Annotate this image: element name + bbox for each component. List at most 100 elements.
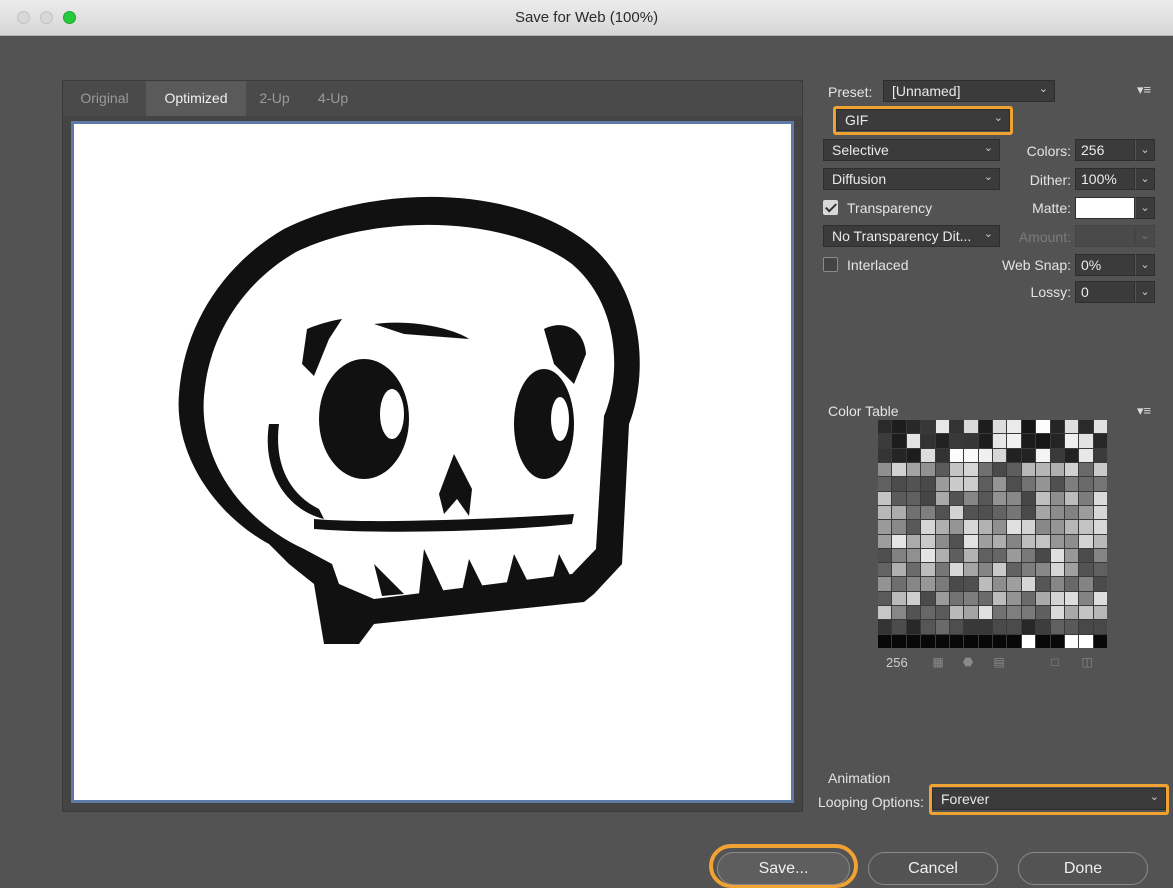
color-swatch[interactable] (964, 563, 978, 577)
color-swatch[interactable] (892, 563, 906, 577)
color-swatch[interactable] (1093, 634, 1107, 648)
color-swatch[interactable] (935, 420, 949, 434)
color-swatch[interactable] (1021, 591, 1036, 606)
color-swatch[interactable] (1093, 606, 1107, 620)
color-swatch[interactable] (878, 434, 892, 448)
color-swatch[interactable] (949, 634, 964, 648)
color-swatch[interactable] (1093, 548, 1107, 563)
color-swatch[interactable] (935, 577, 949, 591)
color-swatch[interactable] (935, 548, 949, 563)
color-swatch[interactable] (906, 491, 921, 505)
color-swatch[interactable] (978, 448, 992, 462)
color-swatch[interactable] (1093, 591, 1107, 606)
color-swatch[interactable] (906, 591, 921, 606)
color-swatch[interactable] (949, 505, 964, 520)
color-swatch[interactable] (949, 491, 964, 505)
color-swatch[interactable] (1036, 591, 1050, 606)
color-swatch[interactable] (1007, 577, 1021, 591)
color-swatch[interactable] (1079, 505, 1093, 520)
color-swatch[interactable] (1007, 563, 1021, 577)
color-swatch[interactable] (892, 591, 906, 606)
color-swatch[interactable] (935, 477, 949, 491)
color-swatch[interactable] (906, 520, 921, 534)
web-snap-field[interactable]: 0% (1075, 254, 1135, 276)
color-swatch[interactable] (1007, 520, 1021, 534)
colors-field[interactable]: 256 (1075, 139, 1135, 161)
color-swatch[interactable] (1064, 491, 1079, 505)
color-swatch[interactable] (935, 591, 949, 606)
color-swatch[interactable] (993, 491, 1007, 505)
color-swatch[interactable] (1021, 520, 1036, 534)
color-swatch[interactable] (906, 548, 921, 563)
color-swatch[interactable] (1036, 434, 1050, 448)
color-swatch[interactable] (949, 520, 964, 534)
color-swatch[interactable] (921, 448, 935, 462)
color-swatch[interactable] (993, 563, 1007, 577)
color-swatch[interactable] (964, 634, 978, 648)
color-swatch[interactable] (906, 606, 921, 620)
color-swatch[interactable] (921, 477, 935, 491)
color-swatch[interactable] (964, 420, 978, 434)
color-swatch[interactable] (949, 548, 964, 563)
color-swatch[interactable] (993, 591, 1007, 606)
tab-original[interactable]: Original (63, 81, 146, 116)
color-swatch[interactable] (892, 520, 906, 534)
color-swatch[interactable] (906, 620, 921, 634)
map-to-transparent-icon[interactable]: ▦ (931, 655, 945, 669)
color-swatch[interactable] (1093, 505, 1107, 520)
color-swatch[interactable] (1079, 491, 1093, 505)
color-swatch[interactable] (1079, 620, 1093, 634)
color-swatch[interactable] (935, 620, 949, 634)
color-swatch[interactable] (1050, 462, 1064, 477)
color-swatch[interactable] (878, 606, 892, 620)
tab-optimized[interactable]: Optimized (146, 81, 246, 116)
dither-dropdown-arrow[interactable]: ⌄ (1135, 168, 1155, 190)
color-swatch[interactable] (1021, 577, 1036, 591)
color-swatch[interactable] (964, 606, 978, 620)
color-swatch[interactable] (978, 491, 992, 505)
file-format-dropdown[interactable]: GIF ⌄ (836, 109, 1010, 131)
color-swatch[interactable] (906, 420, 921, 434)
color-swatch[interactable] (978, 577, 992, 591)
preset-dropdown[interactable]: [Unnamed] ⌄ (883, 80, 1055, 102)
color-swatch[interactable] (964, 491, 978, 505)
color-swatch[interactable] (964, 548, 978, 563)
color-swatch[interactable] (993, 534, 1007, 548)
color-swatch[interactable] (1007, 462, 1021, 477)
color-swatch[interactable] (921, 505, 935, 520)
color-swatch[interactable] (949, 462, 964, 477)
color-swatch[interactable] (1064, 434, 1079, 448)
color-swatch[interactable] (1036, 577, 1050, 591)
color-swatch[interactable] (892, 420, 906, 434)
color-swatch[interactable] (1036, 606, 1050, 620)
color-swatch[interactable] (978, 477, 992, 491)
color-swatch[interactable] (964, 462, 978, 477)
color-swatch[interactable] (1064, 448, 1079, 462)
color-swatch[interactable] (1064, 620, 1079, 634)
color-swatch[interactable] (993, 477, 1007, 491)
color-swatch[interactable] (978, 420, 992, 434)
color-swatch[interactable] (1064, 577, 1079, 591)
color-swatch[interactable] (906, 563, 921, 577)
color-swatch[interactable] (993, 434, 1007, 448)
new-color-icon[interactable]: □ (1048, 655, 1062, 669)
color-swatch[interactable] (1007, 606, 1021, 620)
color-reduction-dropdown[interactable]: Selective ⌄ (823, 139, 1000, 161)
color-swatch[interactable] (993, 420, 1007, 434)
color-swatch[interactable] (1021, 505, 1036, 520)
color-swatch[interactable] (1079, 634, 1093, 648)
color-swatch[interactable] (993, 520, 1007, 534)
color-swatch[interactable] (1036, 520, 1050, 534)
lossy-dropdown-arrow[interactable]: ⌄ (1135, 281, 1155, 303)
color-swatch[interactable] (935, 434, 949, 448)
color-swatch[interactable] (1093, 448, 1107, 462)
color-swatch[interactable] (892, 434, 906, 448)
color-swatch[interactable] (1021, 548, 1036, 563)
color-swatch[interactable] (935, 634, 949, 648)
color-swatch[interactable] (1036, 505, 1050, 520)
color-swatch[interactable] (1007, 448, 1021, 462)
color-swatch[interactable] (1007, 477, 1021, 491)
color-swatch[interactable] (1050, 577, 1064, 591)
color-swatch[interactable] (921, 520, 935, 534)
color-swatch[interactable] (949, 477, 964, 491)
